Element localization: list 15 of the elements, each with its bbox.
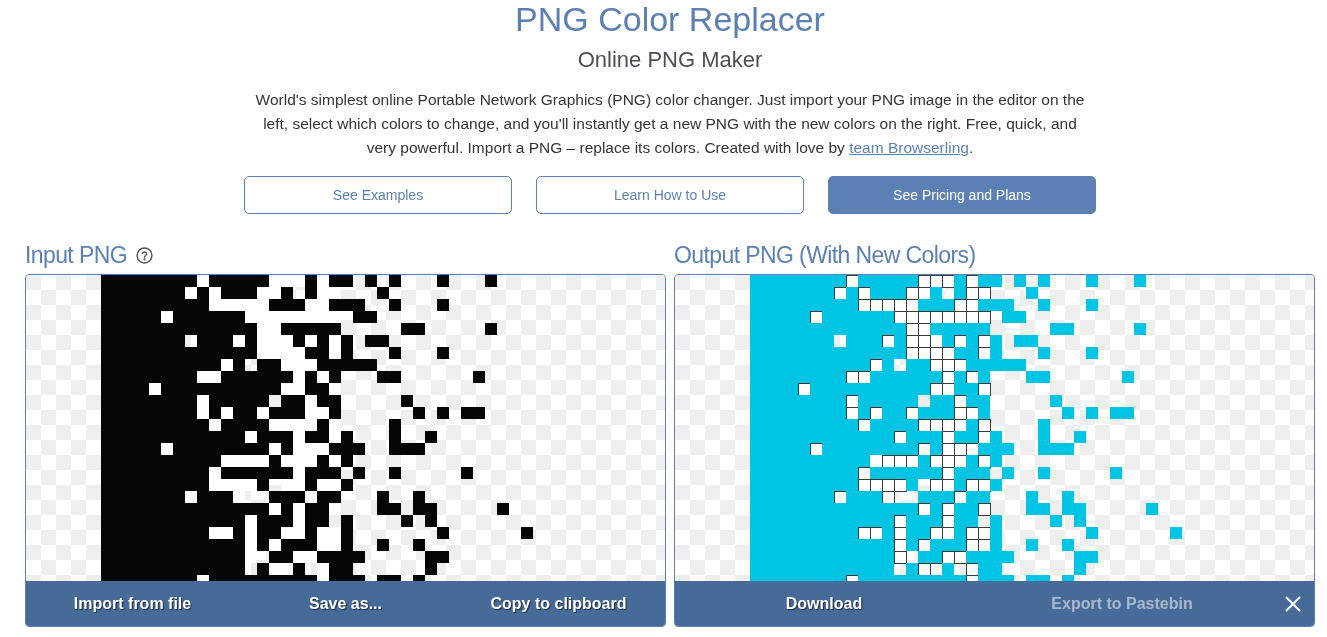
panel-title: Output PNG (With New Colors) — [674, 241, 976, 269]
action-button[interactable]: Download — [775, 581, 873, 626]
team-link[interactable]: team Browserling — [849, 139, 969, 156]
panel-title: Input PNG — [25, 241, 127, 269]
action-button[interactable]: Import from file — [63, 581, 202, 626]
nav-button[interactable]: See Pricing and Plans — [828, 176, 1096, 214]
action-button[interactable]: Copy to clipboard — [480, 581, 637, 626]
page-subtitle: Online PNG Maker — [577, 46, 763, 74]
nav-button[interactable]: Learn How to Use — [536, 176, 804, 214]
description-text: World's simplest online Portable Network Graphics (PNG) color changer. Just import your PNG image in the editor on the left, select which colors to change, and you'll instantly get a new PNG with the new colors on the right. Free, quick, and very powerful. Import a PNG – replace its colors. Created with love by team Browserling. — [254, 90, 1086, 158]
page-title: PNG Color Replacer — [515, 0, 825, 38]
nav-button[interactable]: See Examples — [244, 176, 512, 214]
help-icon[interactable] — [136, 246, 153, 264]
action-button[interactable]: Save as... — [299, 581, 392, 626]
close-icon — [1284, 595, 1301, 612]
